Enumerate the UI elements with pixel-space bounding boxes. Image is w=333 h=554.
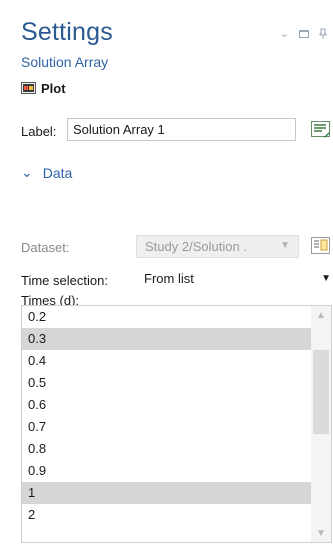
list-item[interactable]: 0.4: [22, 350, 311, 372]
chevron-down-icon[interactable]: ⌄: [280, 28, 289, 40]
scrollbar[interactable]: ▲ ▼: [311, 306, 331, 542]
page-title: Settings: [21, 18, 113, 46]
chevron-down-icon: ⌄: [21, 164, 33, 180]
times-listbox[interactable]: 0.2 0.3 0.4 0.5 0.6 0.7 0.8 0.9 1 2 ▲ ▼: [21, 305, 332, 543]
label-row: Label: Solution Array 1: [21, 118, 333, 144]
list-item[interactable]: 0.6: [22, 394, 311, 416]
plot-button[interactable]: Plot: [21, 79, 66, 97]
list-item[interactable]: 2: [22, 504, 311, 526]
dataset-select[interactable]: Study 2/Solution . ▼: [136, 235, 299, 258]
dataset-label: Dataset:: [21, 239, 70, 255]
list-item[interactable]: 0.7: [22, 416, 311, 438]
list-item[interactable]: 0.8: [22, 438, 311, 460]
label-input[interactable]: Solution Array 1: [67, 118, 296, 141]
node-type-subtitle: Solution Array: [21, 54, 109, 70]
list-item[interactable]: 0.9: [22, 460, 311, 482]
edit-label-icon[interactable]: [310, 120, 332, 140]
data-section-header[interactable]: ⌄ Data: [21, 164, 72, 181]
time-selection-row: Time selection: From list ▼: [21, 267, 333, 293]
dataset-value: Study 2/Solution .: [145, 239, 247, 254]
time-selection-label: Time selection:: [21, 272, 108, 288]
times-list: 0.2 0.3 0.4 0.5 0.6 0.7 0.8 0.9 1 2: [22, 306, 311, 526]
dropdown-arrow-icon: ▼: [280, 240, 290, 251]
list-item[interactable]: 0.2: [22, 306, 311, 328]
window-controls: ⌄: [280, 28, 327, 40]
section-title: Data: [42, 164, 73, 181]
label-caption: Label:: [21, 123, 57, 139]
plot-icon: [21, 82, 36, 94]
time-selection-select[interactable]: From list ▼: [136, 268, 333, 291]
list-item[interactable]: 0.3: [22, 328, 311, 350]
scroll-up-icon[interactable]: ▲: [311, 306, 331, 324]
dropdown-arrow-icon: ▼: [321, 273, 331, 284]
list-item[interactable]: 0.5: [22, 372, 311, 394]
maximize-icon[interactable]: [299, 29, 309, 39]
scroll-down-icon[interactable]: ▼: [311, 524, 331, 542]
dataset-action-icon[interactable]: [310, 236, 332, 256]
pin-icon[interactable]: [319, 28, 327, 40]
scroll-thumb[interactable]: [313, 350, 329, 434]
list-item[interactable]: 1: [22, 482, 311, 504]
time-selection-value: From list: [144, 271, 194, 286]
dataset-row: Dataset: Study 2/Solution . ▼: [21, 234, 333, 260]
plot-button-label: Plot: [41, 80, 66, 96]
